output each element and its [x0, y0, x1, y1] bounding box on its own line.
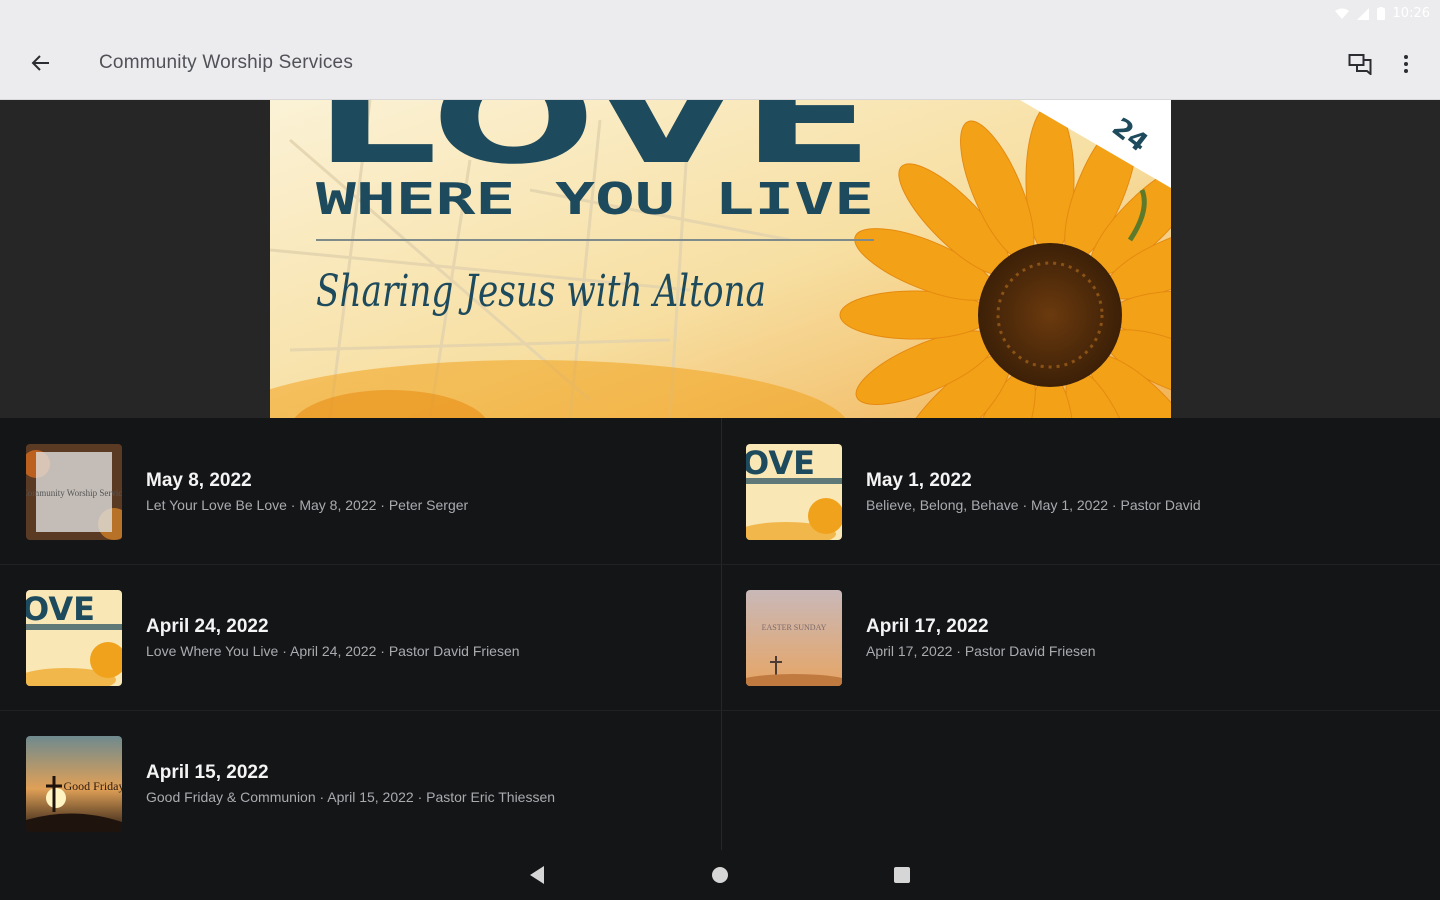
- more-vert-icon: [1404, 55, 1408, 73]
- sermon-thumbnail: OVE: [746, 444, 842, 540]
- sermon-subtitle: Believe, Belong, Behave · May 1, 2022 · …: [866, 497, 1201, 513]
- battery-icon: [1376, 7, 1385, 20]
- status-time: 10:26: [1392, 6, 1430, 21]
- list-item[interactable]: Good Friday April 15, 2022 Good Friday &…: [0, 710, 720, 856]
- sermon-thumbnail: Good Friday: [26, 736, 122, 832]
- column-divider: [721, 418, 722, 850]
- row-divider: [0, 710, 1440, 711]
- list-item[interactable]: Community Worship Service May 8, 2022 Le…: [0, 418, 720, 564]
- nav-home-button[interactable]: [705, 860, 735, 890]
- more-options-button[interactable]: [1388, 46, 1424, 82]
- nav-back-button[interactable]: [522, 860, 552, 890]
- nav-recents-button[interactable]: [887, 860, 917, 890]
- triangle-back-icon: [530, 866, 544, 884]
- thumbnail-caption: OVE: [26, 590, 95, 628]
- sermon-thumbnail: EASTER SUNDAY: [746, 590, 842, 686]
- system-nav-bar: [0, 850, 1440, 900]
- wifi-icon: [1334, 8, 1349, 19]
- back-button[interactable]: [22, 44, 60, 82]
- sermon-title: April 15, 2022: [146, 762, 269, 783]
- hero-section: 24 LOVE WHERE YOU LIVE Sharing Jesus wit…: [0, 100, 1440, 418]
- row-divider: [0, 564, 1440, 565]
- sermon-title: May 1, 2022: [866, 470, 972, 491]
- list-item[interactable]: OVE April 24, 2022 Love Where You Live ·…: [0, 564, 720, 710]
- circle-home-icon: [712, 867, 728, 883]
- sermon-subtitle: April 17, 2022 · Pastor David Friesen: [866, 643, 1096, 659]
- hero-subheadline: WHERE YOU LIVE: [316, 174, 874, 225]
- sermon-title: May 8, 2022: [146, 470, 252, 491]
- thumbnail-caption: Good Friday: [64, 779, 123, 793]
- sermon-thumbnail: Community Worship Service: [26, 444, 122, 540]
- sermon-thumbnail: OVE: [26, 590, 122, 686]
- arrow-back-icon: [31, 55, 49, 71]
- hero-banner: 24 LOVE WHERE YOU LIVE Sharing Jesus wit…: [270, 100, 1171, 418]
- hero-script-text: Sharing Jesus with Altona: [316, 266, 766, 317]
- sermon-subtitle: Good Friday & Communion · April 15, 2022…: [146, 789, 556, 805]
- thumbnail-caption: OVE: [746, 444, 815, 482]
- sermon-subtitle: Love Where You Live · April 24, 2022 · P…: [146, 643, 520, 659]
- square-recents-icon: [894, 867, 910, 883]
- page-title: Community Worship Services: [99, 52, 354, 73]
- signal-icon: [1356, 7, 1369, 20]
- sermon-title: April 17, 2022: [866, 616, 989, 637]
- sermon-subtitle: Let Your Love Be Love · May 8, 2022 · Pe…: [146, 497, 469, 513]
- hero-artwork: 24 LOVE WHERE YOU LIVE Sharing Jesus wit…: [270, 100, 1171, 418]
- chat-button[interactable]: [1342, 46, 1378, 82]
- list-item[interactable]: EASTER SUNDAY April 17, 2022 April 17, 2…: [720, 564, 1440, 710]
- chat-icon: [1348, 54, 1372, 75]
- sermon-list: Community Worship Service May 8, 2022 Le…: [0, 418, 1440, 850]
- sermon-title: April 24, 2022: [146, 616, 269, 637]
- status-bar: 10:26: [0, 0, 1440, 28]
- app-bar: Community Worship Services: [0, 28, 1440, 100]
- list-item[interactable]: OVE May 1, 2022 Believe, Belong, Behave …: [720, 418, 1440, 564]
- thumbnail-caption: Community Worship Service: [26, 488, 122, 498]
- thumbnail-caption: EASTER SUNDAY: [762, 623, 827, 632]
- status-icons: 10:26: [1334, 6, 1430, 21]
